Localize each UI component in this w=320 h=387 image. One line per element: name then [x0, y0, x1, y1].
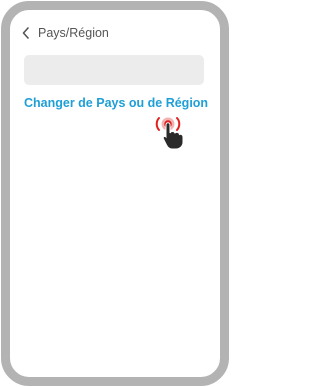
chevron-left-icon[interactable]: [20, 26, 32, 40]
header: Pays/Région: [20, 24, 109, 42]
tap-hand-icon: [155, 117, 184, 150]
country-field[interactable]: [24, 55, 204, 85]
page-title: Pays/Région: [38, 26, 109, 40]
change-country-link[interactable]: Changer de Pays ou de Région: [24, 96, 208, 110]
